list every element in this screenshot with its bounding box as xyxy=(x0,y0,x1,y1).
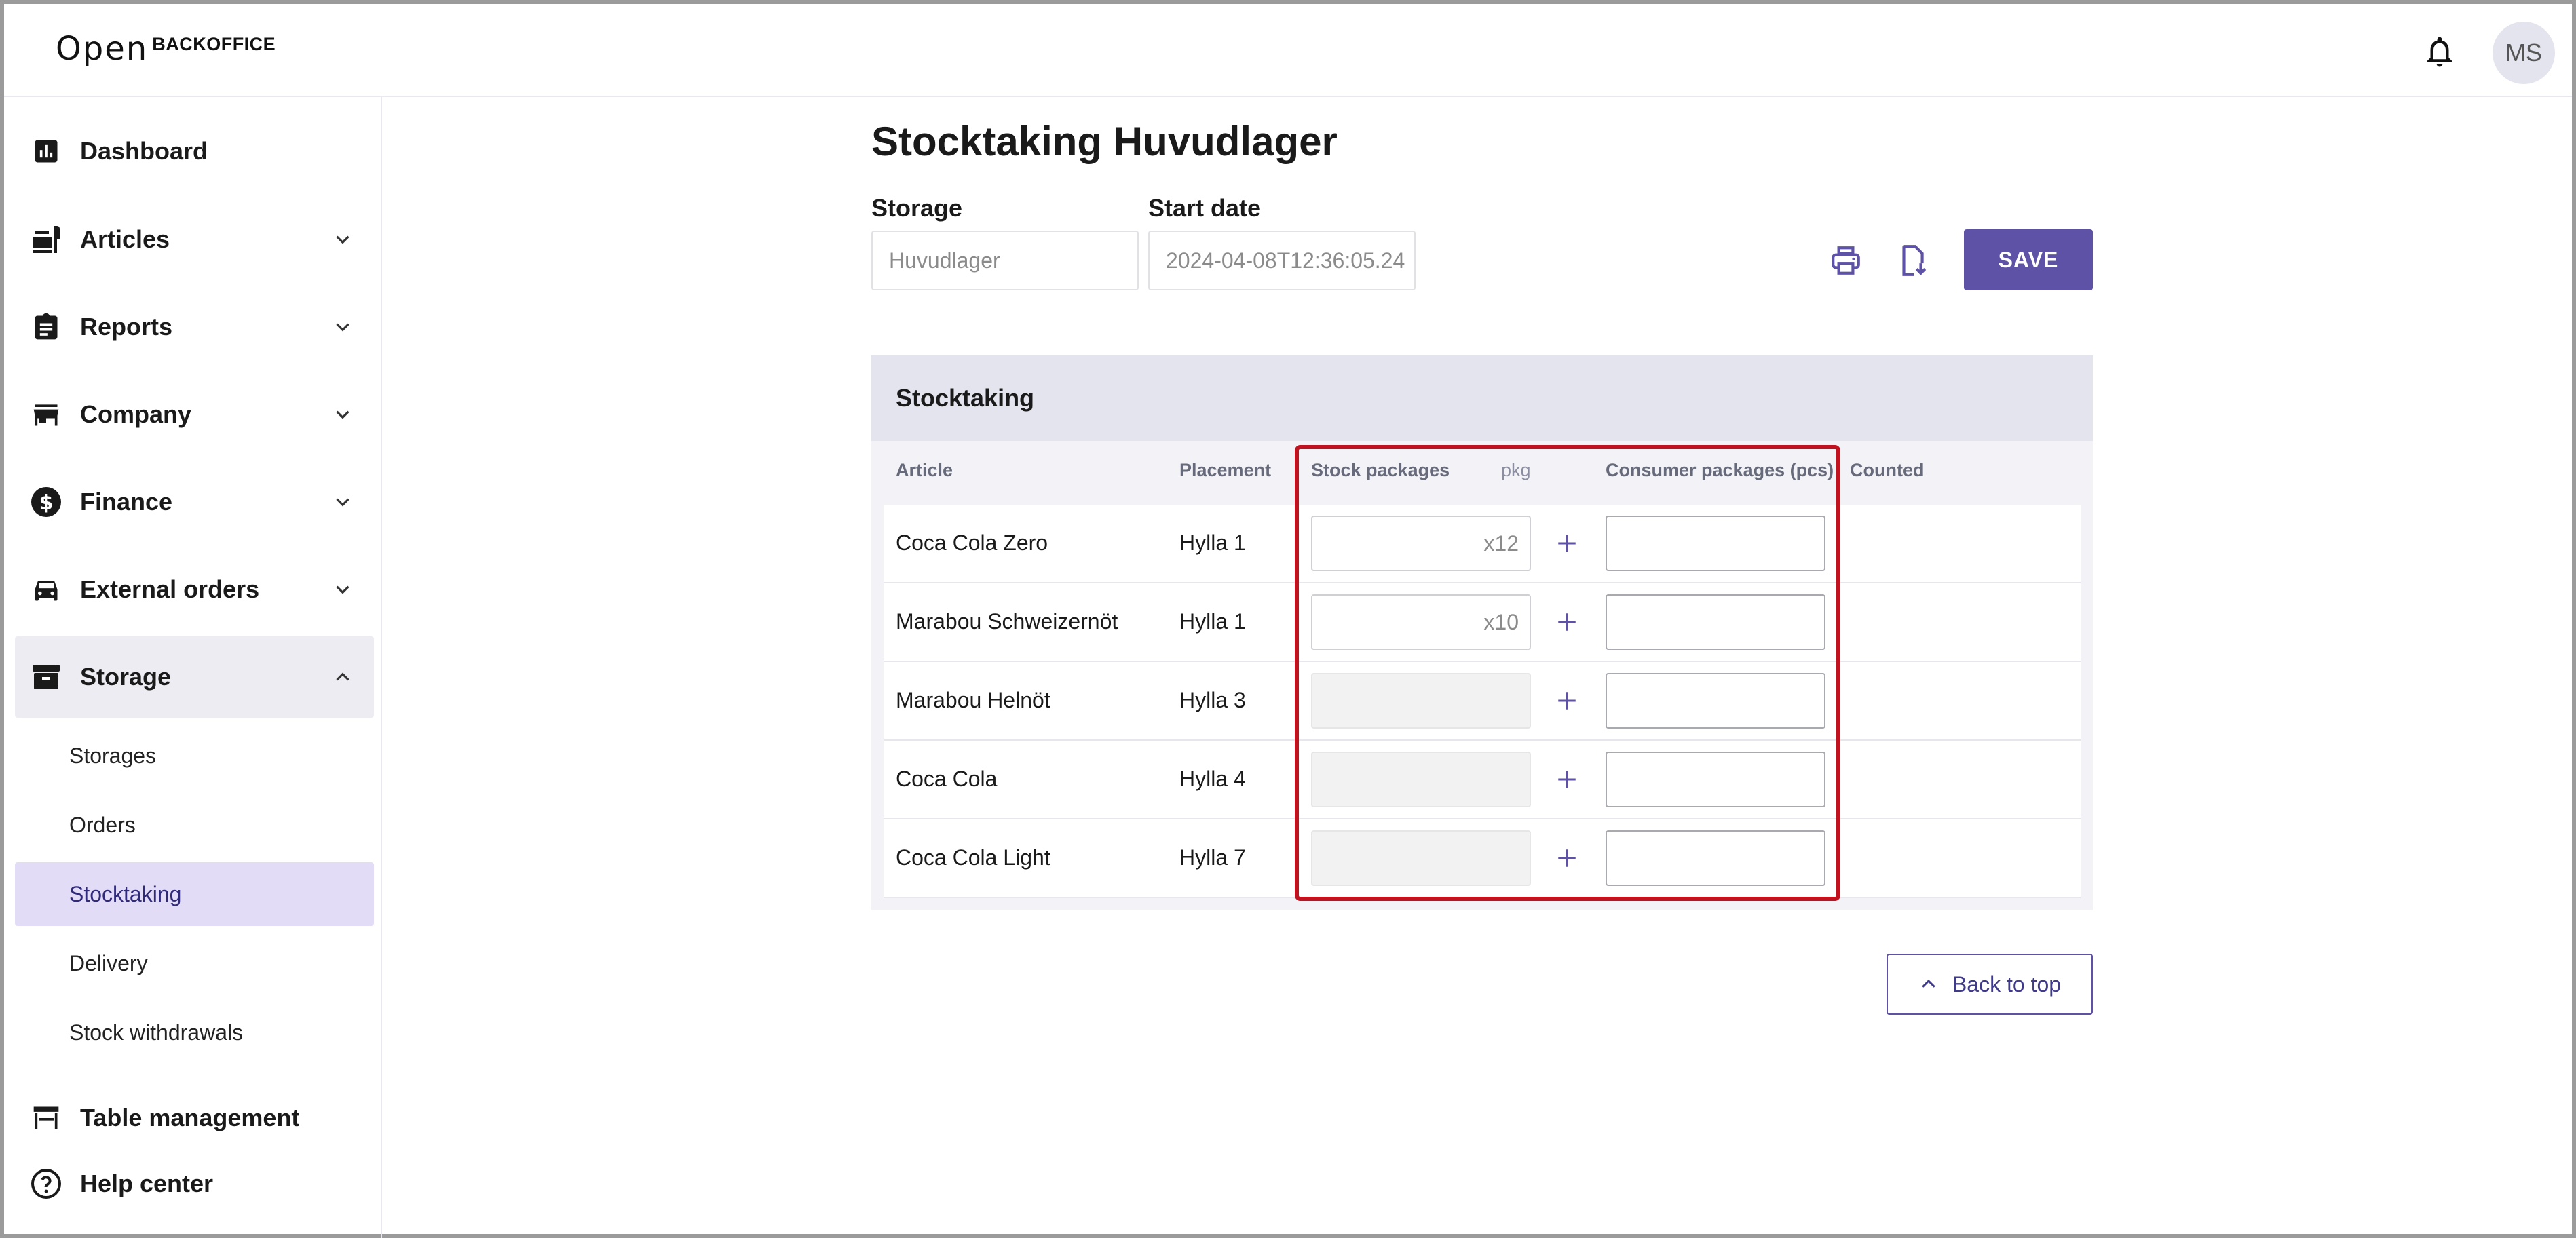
plus-icon[interactable] xyxy=(1555,847,1578,870)
archive-icon xyxy=(30,661,62,693)
food-icon xyxy=(30,223,62,256)
storage-label: Storage xyxy=(871,194,963,222)
article-name: Marabou Schweizernöt xyxy=(896,609,1118,634)
storage-field[interactable]: Huvudlager xyxy=(871,231,1139,290)
sidebar-item-storage[interactable]: Storage xyxy=(15,636,374,718)
chevron-down-icon xyxy=(336,410,349,419)
back-to-top-label: Back to top xyxy=(1952,971,2062,997)
article-name: Coca Cola Light xyxy=(896,845,1050,870)
plus-icon[interactable] xyxy=(1555,689,1578,712)
consumer-packages-input[interactable] xyxy=(1606,830,1825,886)
top-header: Open BACKOFFICE MS xyxy=(4,4,2572,97)
placement-value: Hylla 7 xyxy=(1179,845,1246,870)
sidebar-item-external-orders[interactable]: External orders xyxy=(15,549,374,630)
consumer-packages-input[interactable] xyxy=(1606,752,1825,807)
svg-text:$: $ xyxy=(39,491,54,515)
app-logo[interactable]: Open BACKOFFICE xyxy=(56,30,276,68)
card-header: Stocktaking xyxy=(871,355,2093,441)
placement-value: Hylla 3 xyxy=(1179,688,1246,712)
sidebar-item-company[interactable]: Company xyxy=(15,374,374,455)
sidebar-item-label: Finance xyxy=(80,488,173,516)
consumer-packages-input[interactable] xyxy=(1606,516,1825,571)
save-button[interactable]: SAVE xyxy=(1964,229,2093,290)
chevron-down-icon xyxy=(336,585,349,594)
sidebar-subitem-stocktaking[interactable]: Stocktaking xyxy=(15,862,374,926)
article-name: Coca Cola xyxy=(896,767,998,791)
sidebar-subitem-orders[interactable]: Orders xyxy=(15,793,374,857)
avatar[interactable]: MS xyxy=(2493,22,2555,84)
stock-packages-input-disabled xyxy=(1311,830,1531,886)
sidebar-item-dashboard[interactable]: Dashboard xyxy=(15,111,374,192)
placement-value: Hylla 1 xyxy=(1179,609,1246,634)
article-name: Marabou Helnöt xyxy=(896,688,1050,712)
logo-text: BACKOFFICE xyxy=(152,34,276,54)
sidebar-item-label: Articles xyxy=(80,225,170,253)
back-to-top-button[interactable]: Back to top xyxy=(1887,954,2093,1015)
consumer-packages-input[interactable] xyxy=(1606,673,1825,729)
col-placement: Placement xyxy=(1179,460,1272,480)
sidebar-subitem-delivery[interactable]: Delivery xyxy=(15,931,374,995)
sidebar-item-articles[interactable]: Articles xyxy=(15,199,374,280)
clipboard-icon xyxy=(30,311,62,343)
stock-packages-input-disabled xyxy=(1311,752,1531,807)
sidebar-item-label: Company xyxy=(80,400,192,428)
sidebar-item-label: External orders xyxy=(80,575,260,603)
sidebar: Dashboard Articles Reports Company $ Fin… xyxy=(4,97,382,1238)
bell-icon[interactable] xyxy=(2421,31,2458,72)
start-date-field[interactable]: 2024-04-08T12:36:05.24 xyxy=(1148,231,1416,290)
sidebar-subitem-stock-withdrawals[interactable]: Stock withdrawals xyxy=(15,1001,374,1064)
card-title: Stocktaking xyxy=(896,384,1035,412)
plus-icon[interactable] xyxy=(1555,532,1578,555)
chevron-down-icon xyxy=(336,323,349,332)
col-counted: Counted xyxy=(1850,460,1925,480)
stock-packages-input[interactable]: x10 xyxy=(1311,594,1531,650)
sidebar-item-label: Dashboard xyxy=(80,137,208,165)
col-pkg-unit: pkg xyxy=(1501,460,1531,480)
chevron-down-icon xyxy=(336,498,349,507)
sidebar-subitem-label: Delivery xyxy=(69,950,148,975)
sidebar-subitem-label: Orders xyxy=(69,812,136,837)
page-title: Stocktaking Huvudlager xyxy=(871,119,1338,164)
sidebar-item-label: Reports xyxy=(80,313,173,341)
placement-value: Hylla 4 xyxy=(1179,767,1246,791)
sidebar-item-finance[interactable]: $ Finance xyxy=(15,461,374,543)
sidebar-item-label: Help center xyxy=(80,1169,214,1197)
sidebar-subitem-storages[interactable]: Storages xyxy=(15,724,374,788)
sidebar-item-label: Storage xyxy=(80,663,172,691)
chevron-down-icon xyxy=(336,235,349,244)
start-date-label: Start date xyxy=(1148,194,1262,222)
print-icon[interactable] xyxy=(1825,240,1866,281)
sidebar-item-help-center[interactable]: Help center xyxy=(15,1143,374,1224)
placement-value: Hylla 1 xyxy=(1179,530,1246,555)
plus-icon[interactable] xyxy=(1555,768,1578,791)
col-stock-packages: Stock packages xyxy=(1311,460,1450,480)
sidebar-item-label: Table management xyxy=(80,1104,300,1131)
sidebar-subitem-label: Storages xyxy=(69,743,157,768)
stock-packages-input[interactable]: x12 xyxy=(1311,516,1531,571)
plus-icon[interactable] xyxy=(1555,611,1578,634)
store-icon xyxy=(30,398,62,431)
pack-size-suffix: x12 xyxy=(1483,530,1519,556)
pack-size-suffix: x10 xyxy=(1483,609,1519,634)
consumer-packages-input[interactable] xyxy=(1606,594,1825,650)
table-icon xyxy=(30,1102,62,1134)
file-download-icon[interactable] xyxy=(1892,240,1933,281)
sidebar-subitem-label: Stock withdrawals xyxy=(69,1020,244,1045)
article-name: Coca Cola Zero xyxy=(896,530,1048,555)
chevron-up-icon xyxy=(1922,979,1935,988)
chevron-up-icon xyxy=(336,672,349,681)
car-icon xyxy=(30,573,62,606)
sidebar-item-reports[interactable]: Reports xyxy=(15,286,374,368)
dollar-icon: $ xyxy=(30,486,62,518)
logo-mark: Open xyxy=(56,30,149,68)
col-consumer-packages: Consumer packages (pcs) xyxy=(1606,460,1834,480)
stock-packages-input-disabled xyxy=(1311,673,1531,729)
help-icon xyxy=(30,1167,62,1200)
sidebar-subitem-label: Stocktaking xyxy=(69,881,182,906)
col-article: Article xyxy=(896,460,953,480)
bar-chart-icon xyxy=(30,135,62,168)
